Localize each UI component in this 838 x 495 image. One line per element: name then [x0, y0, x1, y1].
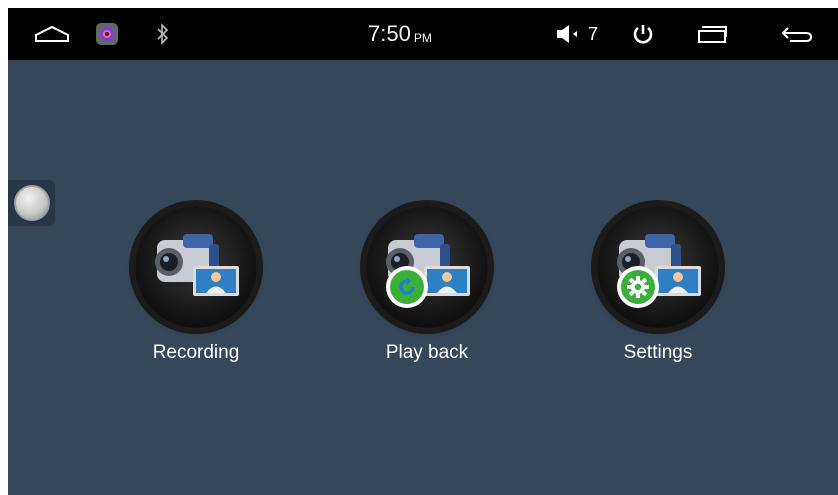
floating-assist-button[interactable] — [8, 180, 55, 226]
app-settings[interactable]: Settings — [568, 206, 748, 376]
recent-apps-icon[interactable] — [696, 22, 730, 46]
power-icon[interactable] — [630, 21, 656, 47]
status-bar: 7:50 PM 7 — [8, 8, 838, 60]
volume-icon[interactable] — [554, 22, 582, 46]
gear-badge-icon — [617, 266, 659, 308]
play-back-label: Play back — [385, 342, 469, 363]
screen: 7:50 PM 7 Recording Play back Settings — [8, 8, 838, 495]
replay-badge-icon — [386, 266, 428, 308]
recording-icon — [135, 206, 257, 328]
status-clock: 7:50 PM — [368, 8, 432, 60]
settings-icon — [597, 206, 719, 328]
home-icon[interactable] — [34, 22, 70, 46]
clock-ampm: PM — [413, 31, 432, 45]
play-back-icon — [366, 206, 488, 328]
app-play-back[interactable]: Play back — [337, 206, 517, 376]
camera-app-icon[interactable] — [94, 22, 120, 46]
back-icon[interactable] — [780, 22, 814, 46]
assist-ball-icon — [13, 185, 50, 221]
app-recording[interactable]: Recording — [106, 206, 286, 376]
recording-label: Recording — [152, 342, 240, 363]
clock-time: 7:50 — [368, 21, 411, 46]
volume-level: 7 — [587, 23, 598, 44]
bluetooth-icon — [154, 22, 172, 46]
settings-label: Settings — [623, 342, 693, 363]
